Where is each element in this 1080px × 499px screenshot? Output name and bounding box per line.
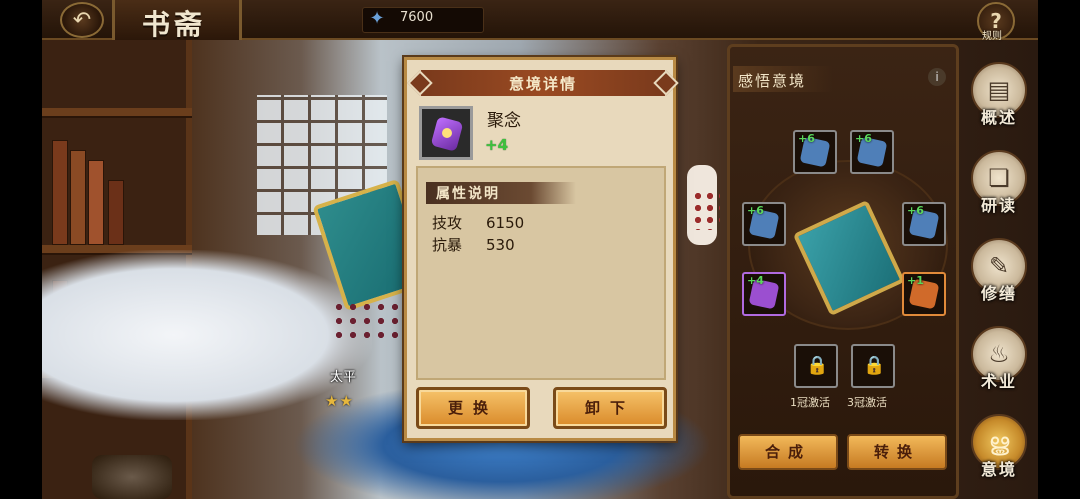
locked-slot-1[interactable]: 🔒 [794,344,838,388]
rules-label: 规则 [982,31,1002,42]
scroll-bundle [92,455,172,499]
insight-title: 感悟意境 [738,72,807,90]
nav-label: 研读 [980,196,1017,215]
item-name: 聚念 [487,111,521,131]
page-title: 书斋 [142,8,207,41]
info-icon[interactable]: i [928,68,946,86]
gem-emblem [442,128,452,138]
attributes-header: 属性说明 [436,186,500,202]
lock-icon: 🔒 [806,355,829,376]
back-button[interactable]: ↶ [60,2,104,38]
locked-slot-1-caption: 1冠激活 [790,396,830,409]
slot-level: +6 [907,204,924,217]
character-name: 太平 [330,370,357,385]
slot-level: +6 [747,204,764,217]
replace-button[interactable]: 更换 [416,387,530,429]
spirit-jade-icon: ✦ [369,8,385,29]
item-icon-frame [419,106,473,160]
locked-slot-2-caption: 3冠激活 [847,396,887,409]
dialog-title: 意境详情 [508,75,577,93]
character-stars: ★★ [325,392,354,410]
insight-slot-5[interactable]: +4 [742,272,786,316]
locked-slot-2[interactable]: 🔒 [851,344,895,388]
nav-label: 概述 [980,108,1017,127]
lock-icon: 🔒 [863,355,886,376]
attribute-value: 530 [486,236,515,254]
attribute-row: 技攻 6150 [432,212,524,233]
slot-level: +1 [907,274,924,287]
nav-repair[interactable]: ✎ 修缮 [968,238,1030,318]
nav-skills[interactable]: ♨ 术业 [968,326,1030,406]
unequip-button[interactable]: 卸下 [553,387,667,429]
insight-slot-4[interactable]: +6 [902,202,946,246]
insight-slot-1[interactable]: +6 [793,130,837,174]
nav-label: 修缮 [980,284,1017,303]
attributes-panel: 属性说明 技攻 6150 抗暴 530 [416,166,666,380]
letterbox-right [1038,0,1080,499]
slot-level: +6 [798,132,815,145]
nav-realm[interactable]: ൠ 意境 [968,414,1030,494]
item-level: +4 [485,136,509,154]
convert-button[interactable]: 转换 [847,434,947,470]
attribute-key: 抗暴 [432,236,463,254]
nav-study[interactable]: ❏ 研读 [968,150,1030,230]
back-arrow-icon: ↶ [72,7,92,33]
attribute-row: 抗暴 530 [432,234,515,255]
attribute-key: 技攻 [432,214,463,232]
insight-slot-6[interactable]: +1 [902,272,946,316]
insight-slot-3[interactable]: +6 [742,202,786,246]
realm-detail-dialog: 意境详情 聚念 +4 属性说明 技攻 6150 抗暴 530 更换 卸下 [404,57,676,441]
insight-slot-2[interactable]: +6 [850,130,894,174]
background-beads [692,190,720,230]
nav-label: 意境 [980,460,1017,479]
attribute-value: 6150 [486,214,525,232]
nav-label: 术业 [980,372,1017,391]
currency-value: 7600 [400,10,434,25]
combine-button[interactable]: 合成 [738,434,838,470]
slot-level: +6 [855,132,872,145]
slot-level: +4 [747,274,764,287]
nav-overview[interactable]: ▤ 概述 [968,62,1030,142]
letterbox-left [0,0,42,499]
